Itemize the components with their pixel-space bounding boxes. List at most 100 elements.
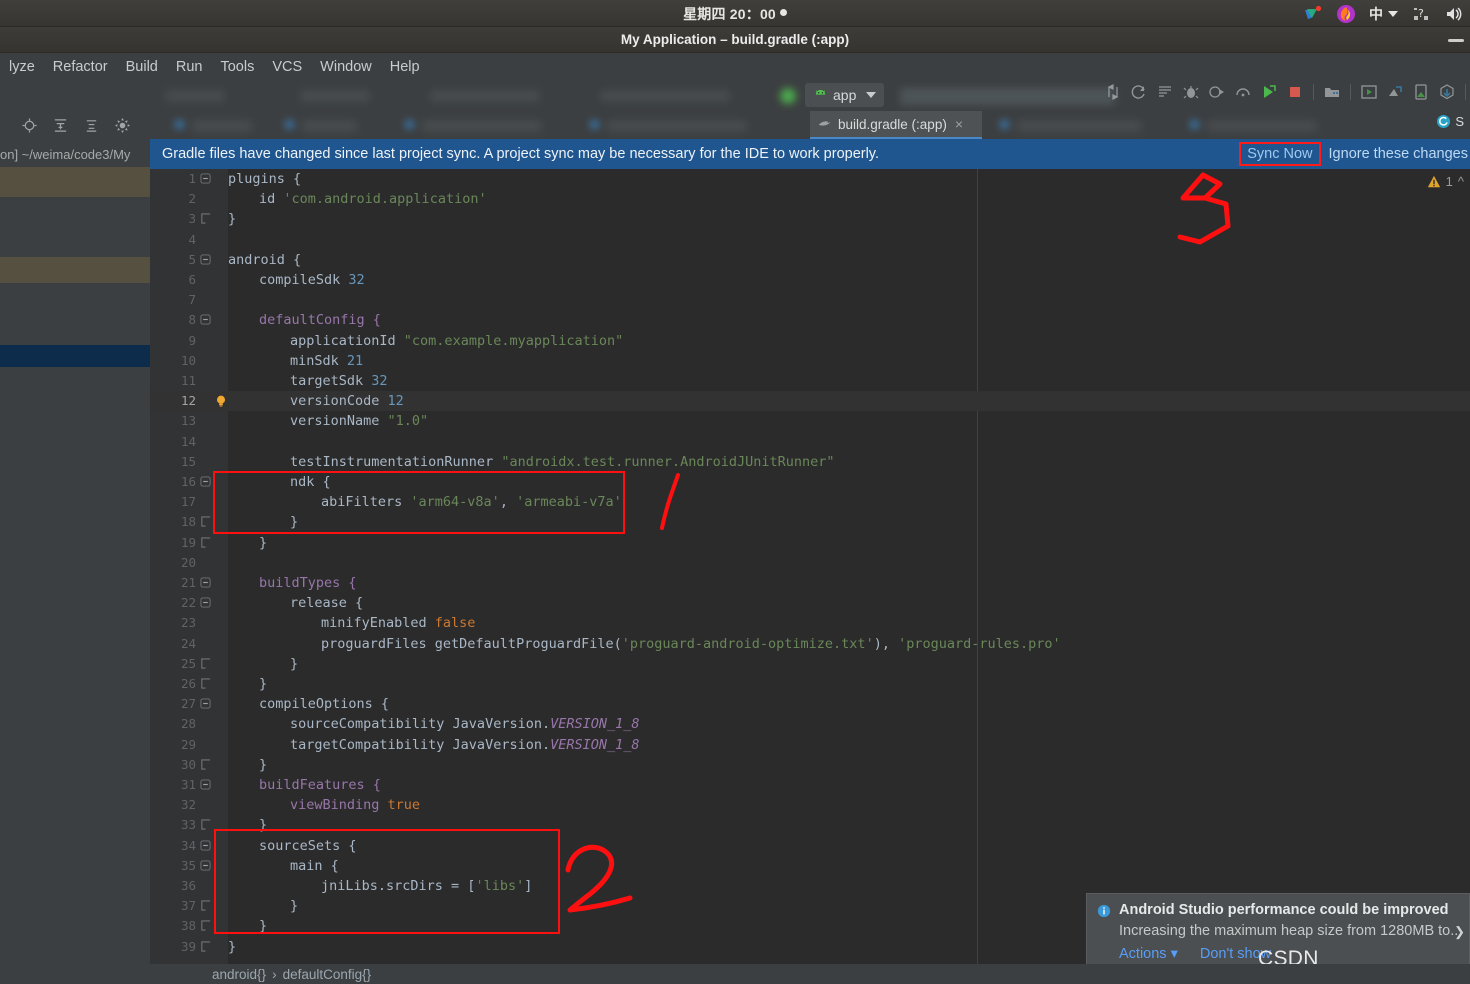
sync-now-link[interactable]: Sync Now bbox=[1239, 142, 1321, 166]
code-line[interactable]: 1 plugins { bbox=[150, 169, 1470, 189]
code-editor[interactable]: 1 plugins {2 id 'com.android.application' 3… bbox=[150, 169, 1470, 964]
profiler-icon[interactable] bbox=[1235, 84, 1251, 100]
firefox-icon[interactable] bbox=[1336, 4, 1356, 24]
fold-collapse-icon[interactable] bbox=[200, 698, 211, 709]
code-line[interactable]: 9 applicationId "com.example.myapplicatio… bbox=[150, 331, 1470, 351]
code-line[interactable]: 31 buildFeatures { bbox=[150, 775, 1470, 795]
fold-end-icon[interactable] bbox=[200, 658, 211, 669]
menu-analyze[interactable]: lyze bbox=[0, 59, 44, 75]
stop-icon[interactable] bbox=[1287, 84, 1303, 100]
code-line[interactable]: 18} bbox=[150, 512, 1470, 532]
chevron-up-icon[interactable]: ^ bbox=[1458, 174, 1464, 189]
ignore-changes-link[interactable]: Ignore these changes bbox=[1329, 146, 1468, 162]
code-line[interactable]: 16 ndk { bbox=[150, 472, 1470, 492]
code-line[interactable]: 28 sourceCompatibility JavaVersion.VERSIO… bbox=[150, 714, 1470, 734]
fold-collapse-icon[interactable] bbox=[200, 779, 211, 790]
fold-collapse-icon[interactable] bbox=[200, 476, 211, 487]
code-line[interactable]: 20 bbox=[150, 553, 1470, 573]
breadcrumb-part-1[interactable]: defaultConfig{} bbox=[283, 967, 372, 982]
code-line[interactable]: 2 id 'com.android.application' bbox=[150, 189, 1470, 209]
project-tree-row[interactable] bbox=[0, 283, 150, 345]
intention-bulb-icon[interactable] bbox=[214, 394, 228, 408]
code-line[interactable]: 23 minifyEnabled false bbox=[150, 613, 1470, 633]
fold-end-icon[interactable] bbox=[200, 900, 211, 911]
code-line[interactable]: 24 proguardFiles getDefaultProguardFile('… bbox=[150, 634, 1470, 654]
gradle-download-icon[interactable] bbox=[1439, 84, 1455, 100]
fold-collapse-icon[interactable] bbox=[200, 314, 211, 325]
window-minimize-button[interactable] bbox=[1448, 32, 1466, 48]
code-line[interactable]: 4 bbox=[150, 230, 1470, 250]
project-tree-row[interactable] bbox=[0, 197, 150, 257]
code-line[interactable]: 35 main { bbox=[150, 856, 1470, 876]
code-line[interactable]: 3} bbox=[150, 209, 1470, 229]
network-icon[interactable]: ? bbox=[1411, 4, 1431, 24]
fold-collapse-icon[interactable] bbox=[200, 173, 211, 184]
avd-manager-icon[interactable] bbox=[1131, 84, 1147, 100]
project-tree-row[interactable] bbox=[0, 167, 150, 197]
code-line[interactable]: 22 release { bbox=[150, 593, 1470, 613]
run-configuration-selector[interactable]: app bbox=[805, 83, 885, 107]
code-line[interactable]: 32 viewBinding true bbox=[150, 795, 1470, 815]
fold-end-icon[interactable] bbox=[200, 536, 211, 548]
fold-end-icon[interactable] bbox=[200, 940, 211, 952]
sync-project-icon[interactable] bbox=[1105, 84, 1121, 100]
menu-refactor[interactable]: Refactor bbox=[44, 59, 117, 75]
os-clock[interactable]: 星期四 20：00 bbox=[0, 4, 1470, 24]
menu-build[interactable]: Build bbox=[117, 59, 167, 75]
code-line[interactable]: 19} bbox=[150, 533, 1470, 553]
gradle-sync-status[interactable]: S bbox=[1436, 114, 1464, 129]
project-tree-row-selected[interactable] bbox=[0, 345, 150, 367]
debug-icon[interactable] bbox=[1183, 84, 1199, 100]
fold-collapse-icon[interactable] bbox=[200, 577, 211, 588]
code-line[interactable]: 8 defaultConfig { bbox=[150, 310, 1470, 330]
logcat-icon[interactable] bbox=[1157, 84, 1173, 100]
notification-actions-link[interactable]: Actions ▾ bbox=[1119, 946, 1178, 962]
collapse-all-icon[interactable] bbox=[84, 118, 99, 133]
code-line[interactable]: 12 versionCode 12 bbox=[150, 391, 1470, 412]
tab-build-gradle-app[interactable]: build.gradle (:app) × bbox=[810, 111, 982, 139]
fold-end-icon[interactable] bbox=[200, 213, 211, 225]
code-line[interactable]: 30} bbox=[150, 755, 1470, 775]
fold-collapse-icon[interactable] bbox=[200, 840, 211, 851]
input-method-indicator[interactable]: 中 bbox=[1369, 4, 1398, 24]
code-line[interactable]: 34 sourceSets { bbox=[150, 836, 1470, 856]
fold-collapse-icon[interactable] bbox=[200, 860, 211, 871]
locate-file-icon[interactable] bbox=[22, 118, 37, 133]
fold-end-icon[interactable] bbox=[200, 920, 211, 932]
run-app-icon[interactable] bbox=[1261, 84, 1277, 100]
notification-expand-icon[interactable]: ❯ bbox=[1454, 924, 1465, 940]
project-tree-row[interactable] bbox=[0, 257, 150, 283]
code-line[interactable]: 26} bbox=[150, 674, 1470, 694]
code-line[interactable]: 29 targetCompatibility JavaVersion.VERSIO… bbox=[150, 735, 1470, 755]
code-line[interactable]: 25} bbox=[150, 654, 1470, 674]
code-line[interactable]: 27 compileOptions { bbox=[150, 694, 1470, 714]
fold-end-icon[interactable] bbox=[200, 678, 211, 689]
code-line[interactable]: 13 versionName "1.0" bbox=[150, 411, 1470, 431]
code-line[interactable]: 6 compileSdk 32 bbox=[150, 270, 1470, 290]
fold-collapse-icon[interactable] bbox=[200, 254, 211, 265]
expand-all-icon[interactable] bbox=[53, 118, 68, 133]
breadcrumb-part-0[interactable]: android{} bbox=[212, 967, 266, 982]
code-line[interactable]: 15 testInstrumentationRunner "androidx.te… bbox=[150, 452, 1470, 472]
inspection-widget[interactable]: 1 ^ bbox=[1427, 174, 1464, 189]
menu-run[interactable]: Run bbox=[167, 59, 212, 75]
run-step-icon[interactable] bbox=[1209, 84, 1225, 100]
code-line[interactable]: 10 minSdk 21 bbox=[150, 351, 1470, 371]
fold-end-icon[interactable] bbox=[200, 819, 211, 831]
cloud-sync-icon[interactable] bbox=[1303, 4, 1323, 24]
layout-inspector-icon[interactable] bbox=[1361, 84, 1377, 100]
device-file-explorer-icon[interactable] bbox=[1413, 84, 1429, 100]
code-content[interactable]: 1 plugins {2 id 'com.android.application' 3… bbox=[150, 169, 1470, 964]
menu-tools[interactable]: Tools bbox=[211, 59, 263, 75]
sdk-manager-icon[interactable] bbox=[1387, 84, 1403, 100]
code-line[interactable]: 7 bbox=[150, 290, 1470, 310]
menu-help[interactable]: Help bbox=[381, 59, 429, 75]
fold-end-icon[interactable] bbox=[200, 516, 211, 528]
menu-window[interactable]: Window bbox=[311, 59, 381, 75]
volume-icon[interactable] bbox=[1444, 4, 1464, 24]
menu-vcs[interactable]: VCS bbox=[263, 59, 311, 75]
code-line[interactable]: 14 bbox=[150, 432, 1470, 452]
code-line[interactable]: 5 android { bbox=[150, 250, 1470, 270]
gear-icon[interactable] bbox=[115, 118, 130, 133]
fold-end-icon[interactable] bbox=[200, 759, 211, 770]
